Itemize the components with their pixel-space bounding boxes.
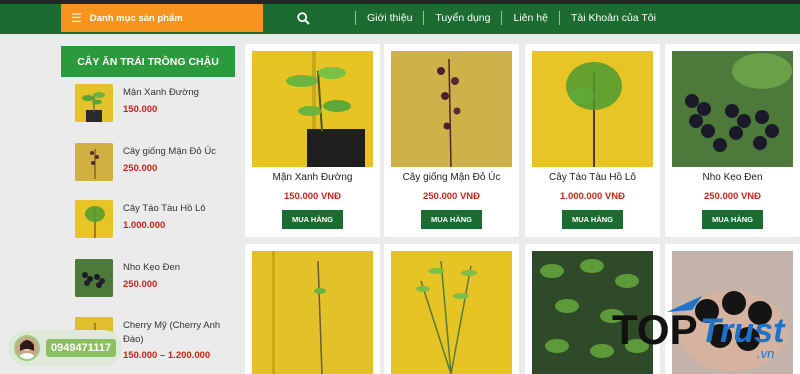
product-card[interactable]: Nho Kẹo Đen 250.000 VNĐ MUA HÀNG: [665, 44, 800, 237]
product-card[interactable]: [384, 244, 519, 374]
buy-button[interactable]: MUA HÀNG: [562, 210, 623, 229]
sidebar-title: CÂY ĂN TRÁI TRỒNG CHẬU: [61, 46, 235, 77]
product-name: Cây Táo Tàu Hồ Lô: [549, 172, 636, 183]
sidebar-item-name: Nho Kẹo Đen: [123, 262, 181, 273]
search-icon: [296, 11, 310, 25]
category-menu-label: Danh mục sản phẩm: [89, 12, 183, 24]
hotline-button[interactable]: 0949471117: [8, 330, 122, 366]
sidebar-thumb: [75, 84, 113, 122]
main-menu: Giới thiệu Tuyển dụng Liên hệ Tài Khoản …: [355, 4, 667, 32]
sidebar-item-2[interactable]: Cây giống Mận Đỏ Úc 250.000: [75, 143, 235, 185]
product-image: [672, 51, 793, 167]
sidebar-item-3[interactable]: Cây Táo Tàu Hồ Lô 1.000.000: [75, 200, 235, 242]
svg-text:Trust: Trust: [700, 312, 786, 350]
sidebar-thumb: [75, 143, 113, 181]
product-price: 250.000 VNĐ: [703, 191, 762, 202]
sidebar-thumb: [75, 200, 113, 238]
toptrust-watermark: TOP Trust .vn: [612, 292, 792, 362]
menu-item-contact[interactable]: Liên hệ: [501, 11, 558, 25]
sidebar-thumb: [75, 259, 113, 297]
sidebar-item-price: 1.000.000: [123, 220, 166, 231]
sidebar-item-name: Mận Xanh Đường: [123, 87, 199, 98]
sidebar-item-name: Cherry Mỹ (Cherry Anh Đào): [123, 320, 221, 345]
sidebar-item-price: 250.000: [123, 279, 158, 290]
product-card[interactable]: Mận Xanh Đường 150.000 VNĐ MUA HÀNG: [245, 44, 380, 237]
buy-button[interactable]: MUA HÀNG: [421, 210, 482, 229]
product-card[interactable]: Cây Táo Tàu Hồ Lô 1.000.000 VNĐ MUA HÀNG: [525, 44, 660, 237]
product-name: Cây giống Mận Đỏ Úc: [402, 172, 501, 183]
product-price: 150.000 VNĐ: [283, 191, 342, 202]
product-card[interactable]: [245, 244, 380, 374]
product-image: [391, 251, 512, 374]
product-image: [391, 51, 512, 167]
hamburger-icon: ☰: [71, 11, 82, 25]
product-card[interactable]: Cây giống Mận Đỏ Úc 250.000 VNĐ MUA HÀNG: [384, 44, 519, 237]
svg-text:.vn: .vn: [757, 346, 774, 361]
menu-item-account[interactable]: Tài Khoản của Tôi: [558, 11, 667, 25]
sidebar-item-name: Cây Táo Tàu Hồ Lô: [123, 203, 206, 214]
sidebar-item-price: 150.000 – 1.200.000: [123, 350, 211, 361]
product-image: [252, 51, 373, 167]
sidebar: CÂY ĂN TRÁI TRỒNG CHẬU: [61, 46, 235, 77]
category-menu-button[interactable]: ☰ Danh mục sản phẩm: [61, 4, 263, 32]
product-price: 250.000 VNĐ: [422, 191, 481, 202]
avatar: [14, 335, 40, 361]
product-image: [252, 251, 373, 374]
hotline-number: 0949471117: [46, 339, 116, 357]
buy-button[interactable]: MUA HÀNG: [702, 210, 763, 229]
menu-item-about[interactable]: Giới thiệu: [355, 11, 423, 25]
svg-text:TOP: TOP: [612, 306, 698, 353]
buy-button[interactable]: MUA HÀNG: [282, 210, 343, 229]
sidebar-item-price: 250.000: [123, 163, 158, 174]
sidebar-item-4[interactable]: Nho Kẹo Đen 250.000: [75, 259, 235, 301]
sidebar-item-price: 150.000: [123, 104, 158, 115]
search-button[interactable]: [263, 4, 343, 32]
product-name: Mận Xanh Đường: [272, 172, 353, 183]
product-image: [532, 51, 653, 167]
menu-item-careers[interactable]: Tuyển dụng: [423, 11, 501, 25]
product-name: Nho Kẹo Đen: [702, 172, 763, 183]
sidebar-item-name: Cây giống Mận Đỏ Úc: [123, 146, 216, 157]
sidebar-item-1[interactable]: Mận Xanh Đường 150.000: [75, 84, 235, 126]
product-price: 1.000.000 VNĐ: [560, 191, 625, 202]
